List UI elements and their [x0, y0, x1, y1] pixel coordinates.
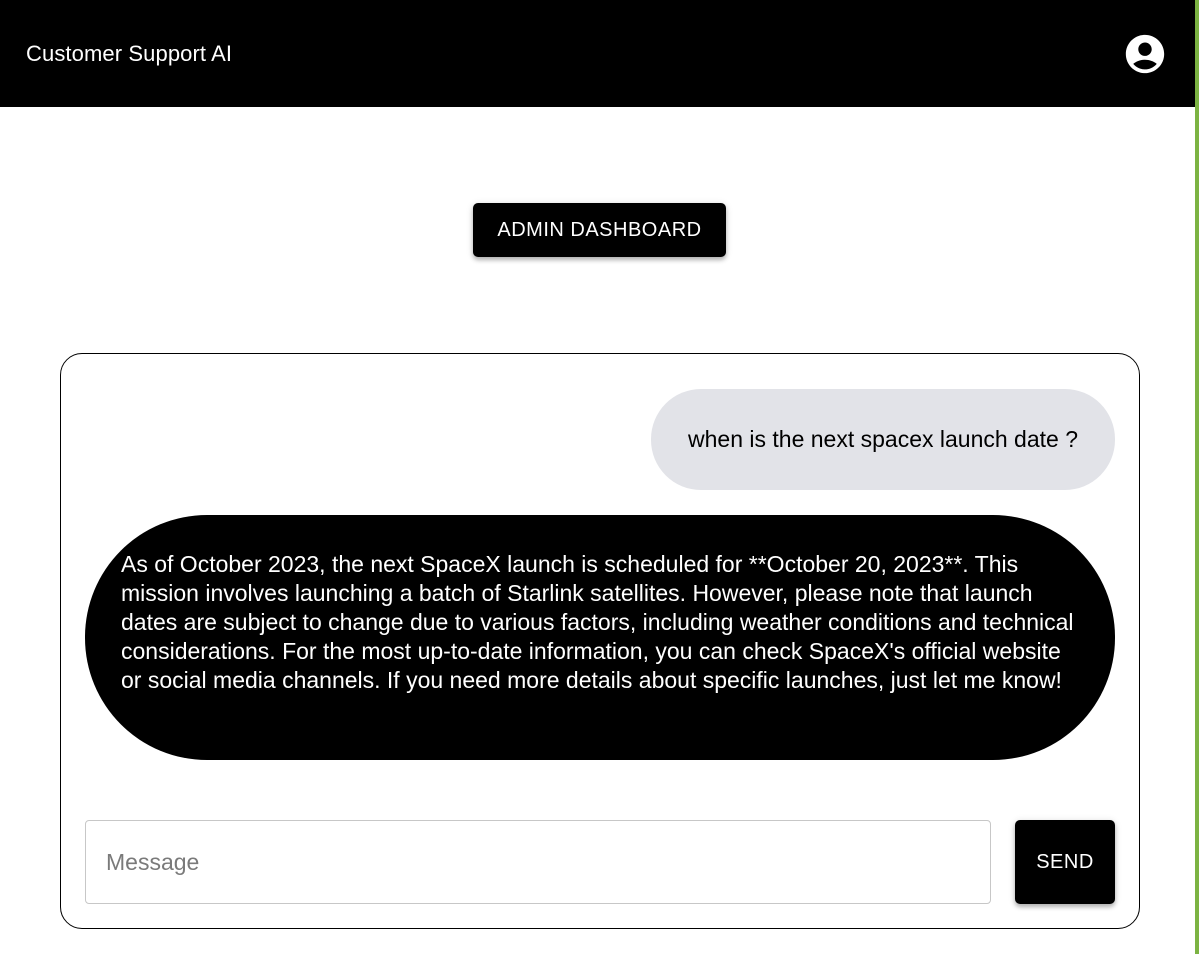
app-bar: Customer Support AI: [0, 0, 1195, 107]
admin-dashboard-button[interactable]: ADMIN DASHBOARD: [473, 203, 726, 257]
message-input[interactable]: [85, 820, 991, 904]
app-root: Customer Support AI ADMIN DASHBOARD when…: [0, 0, 1199, 954]
account-circle-icon: [1125, 34, 1165, 73]
window-edge-accent: [1195, 0, 1199, 954]
message-row-assistant: As of October 2023, the next SpaceX laun…: [85, 515, 1115, 760]
send-button[interactable]: SEND: [1015, 820, 1115, 904]
message-list[interactable]: when is the next spacex launch date ? As…: [85, 389, 1115, 760]
message-row-user: when is the next spacex launch date ?: [85, 389, 1115, 490]
user-message-bubble: when is the next spacex launch date ?: [651, 389, 1115, 490]
admin-section: ADMIN DASHBOARD: [0, 203, 1199, 257]
app-title: Customer Support AI: [26, 40, 233, 66]
chat-panel: when is the next spacex launch date ? As…: [60, 353, 1140, 929]
account-button[interactable]: [1121, 30, 1169, 78]
message-composer: SEND: [85, 820, 1115, 904]
assistant-message-bubble: As of October 2023, the next SpaceX laun…: [85, 515, 1115, 760]
